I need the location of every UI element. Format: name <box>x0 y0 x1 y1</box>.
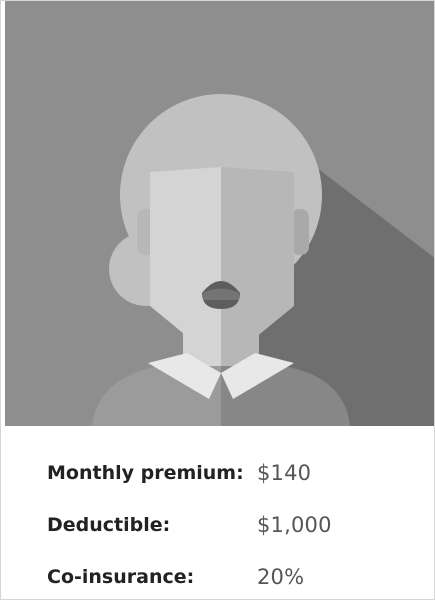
avatar-image <box>5 1 434 426</box>
co-insurance-value: 20% <box>257 564 305 589</box>
plan-card: Monthly premium: $140 Deductible: $1,000… <box>0 0 435 600</box>
monthly-premium-value: $140 <box>257 460 312 485</box>
co-insurance-row: Co-insurance: 20% <box>47 554 407 599</box>
monthly-premium-row: Monthly premium: $140 <box>47 450 407 495</box>
woman-avatar-icon <box>5 1 434 426</box>
deductible-label: Deductible: <box>47 513 171 536</box>
co-insurance-label: Co-insurance: <box>47 565 195 588</box>
monthly-premium-label: Monthly premium: <box>47 461 244 484</box>
deductible-row: Deductible: $1,000 <box>47 502 407 547</box>
plan-details: Monthly premium: $140 Deductible: $1,000… <box>47 450 407 599</box>
deductible-value: $1,000 <box>257 512 332 537</box>
